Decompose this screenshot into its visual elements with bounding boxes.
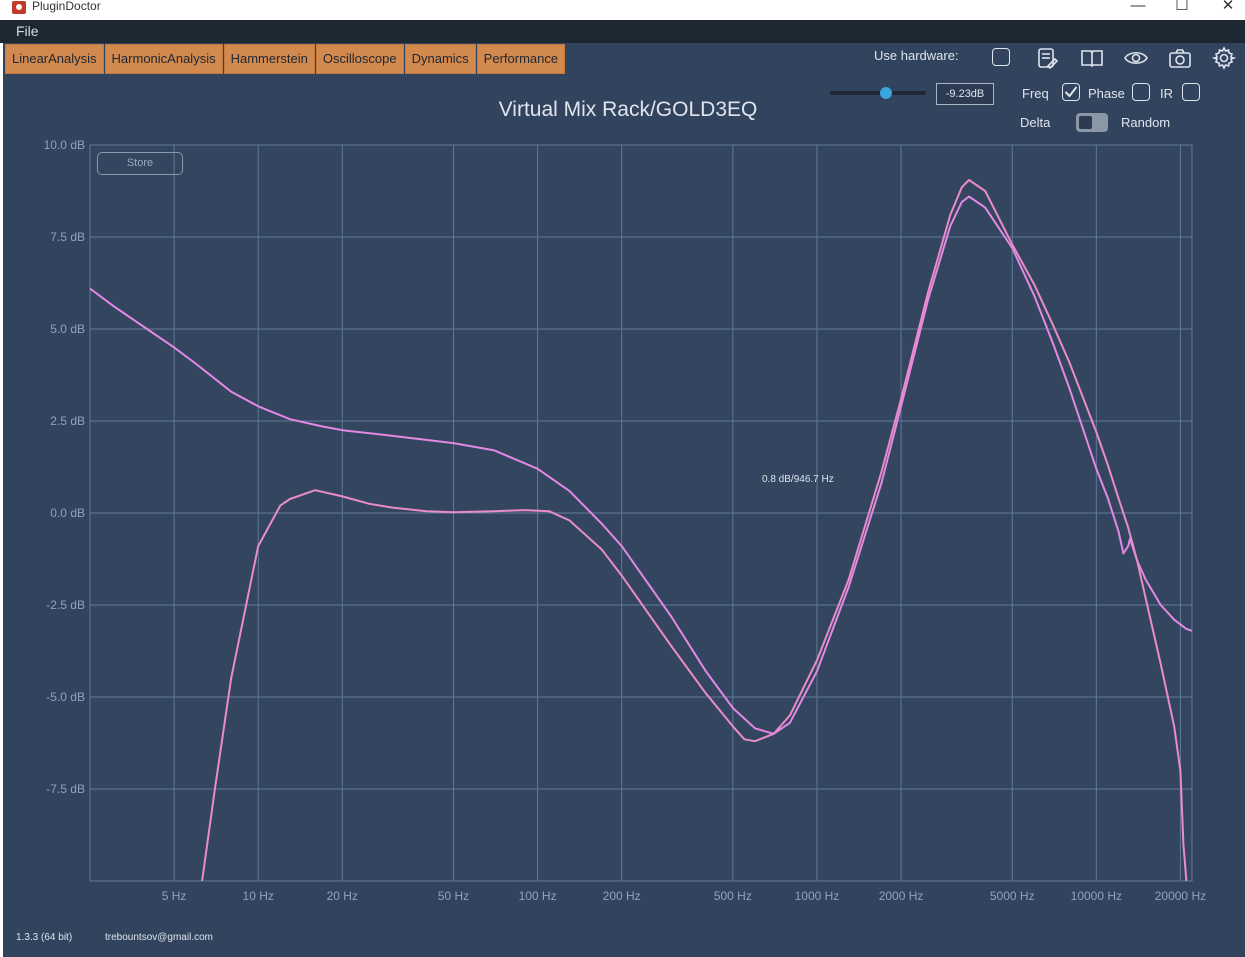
delta-random-toggle[interactable] [1076, 113, 1108, 132]
x-tick-label: 10000 Hz [1071, 889, 1122, 903]
x-tick-label: 20000 Hz [1155, 889, 1206, 903]
y-tick-label: 7.5 dB [50, 230, 85, 244]
author-email: trebountsov@gmail.com [105, 932, 213, 943]
delta-label: Delta [1020, 115, 1051, 130]
phase-label: Phase [1088, 86, 1125, 101]
x-tick-label: 50 Hz [438, 889, 469, 903]
random-label: Random [1121, 115, 1171, 130]
x-tick-label: 5 Hz [162, 889, 187, 903]
freq-label: Freq [1022, 86, 1049, 101]
phase-checkbox[interactable] [1132, 83, 1150, 101]
y-tick-label: 0.0 dB [50, 506, 85, 520]
x-tick-label: 2000 Hz [879, 889, 924, 903]
frequency-response-graph[interactable]: 10.0 dB 7.5 dB 5.0 dB 2.5 dB 0.0 dB -2.5 dB -5… [3, 43, 1245, 957]
minimize-button[interactable]: — [1126, 0, 1150, 16]
x-tick-label: 500 Hz [714, 889, 752, 903]
store-button[interactable]: Store [97, 152, 183, 175]
x-tick-label: 10 Hz [243, 889, 274, 903]
app-area: LinearAnalysis HarmonicAnalysis Hammerst… [3, 43, 1245, 957]
menu-bar: File [0, 20, 1245, 43]
maximize-button[interactable]: ☐ [1170, 0, 1194, 16]
window-title: PluginDoctor [32, 0, 101, 13]
gain-value-display[interactable]: -9.23dB [936, 83, 994, 105]
y-tick-label: -5.0 dB [46, 690, 85, 704]
x-tick-label: 200 Hz [603, 889, 641, 903]
window-titlebar: PluginDoctor — ☐ ✕ [0, 0, 1245, 20]
gain-slider[interactable] [830, 87, 926, 99]
version-text: 1.3.3 (64 bit) [16, 932, 73, 943]
freq-checkbox[interactable] [1062, 83, 1080, 101]
x-tick-label: 100 Hz [519, 889, 557, 903]
plot-title: Virtual Mix Rack/GOLD3EQ [498, 98, 758, 121]
toggle-knob [1079, 116, 1092, 129]
y-tick-label: -2.5 dB [46, 598, 85, 612]
y-tick-label: 10.0 dB [44, 138, 85, 152]
x-tick-label: 1000 Hz [795, 889, 840, 903]
x-tick-label: 20 Hz [327, 889, 358, 903]
ir-checkbox[interactable] [1182, 83, 1200, 101]
check-icon [1064, 86, 1078, 98]
gain-slider-thumb[interactable] [879, 87, 892, 99]
app-logo-icon [12, 1, 26, 14]
y-tick-label: 5.0 dB [50, 322, 85, 336]
y-tick-label: -7.5 dB [46, 782, 85, 796]
cursor-readout: 0.8 dB/946.7 Hz [762, 474, 834, 485]
close-button[interactable]: ✕ [1216, 0, 1240, 16]
y-tick-label: 2.5 dB [50, 414, 85, 428]
ir-label: IR [1160, 86, 1173, 101]
menu-file[interactable]: File [16, 23, 39, 39]
x-tick-label: 5000 Hz [990, 889, 1035, 903]
